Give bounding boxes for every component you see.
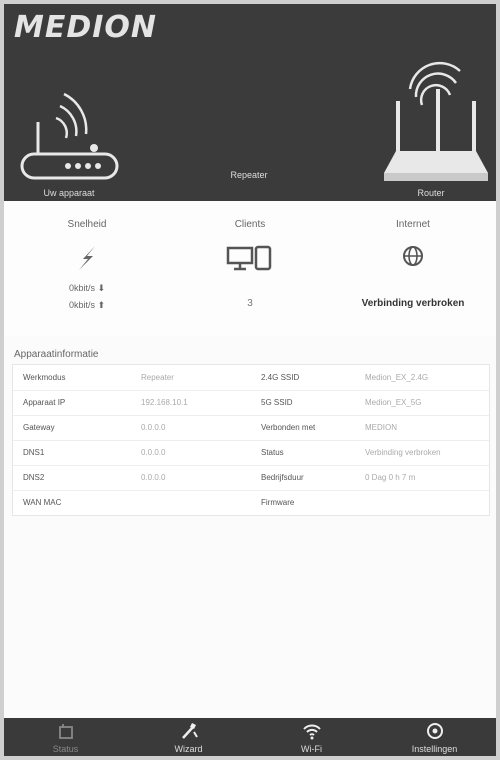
arrow-down-icon: ⬇ (97, 283, 106, 293)
info-value: 0 Dag 0 h 7 m (365, 473, 416, 482)
info-value: 0.0.0.0 (141, 423, 166, 432)
info-value: 0.0.0.0 (141, 448, 166, 457)
app-window: MEDION Uw apparaat Repeater Router Snelh… (4, 4, 496, 756)
internet-status: Verbinding verbroken (361, 298, 465, 309)
info-value: 192.168.10.1 (141, 398, 188, 407)
info-label: 5G SSID (261, 398, 293, 407)
wand-icon (181, 723, 198, 739)
info-label: Bedrijfsduur (261, 473, 304, 482)
nav-status-label: Status (52, 744, 79, 754)
info-value: Repeater (141, 373, 174, 382)
arrow-up-icon: ⬆ (97, 300, 106, 310)
speed-title: Snelheid (67, 219, 107, 230)
clients-count: 3 (247, 298, 253, 309)
table-row: Apparaat IP 192.168.10.1 5G SSID Medion_… (13, 390, 489, 416)
table-row: Gateway 0.0.0.0 Verbonden met MEDION (13, 415, 489, 441)
upload-speed: 0kbit/s (68, 300, 95, 310)
left-device-label: Uw apparaat (43, 188, 95, 198)
status-icon (58, 724, 73, 739)
clients-stat[interactable]: Clients 3 (175, 219, 325, 309)
mode-label: Repeater (230, 170, 268, 180)
right-device-label: Router (417, 188, 445, 198)
info-value: 0.0.0.0 (141, 473, 166, 482)
wifi-icon (302, 724, 321, 740)
table-row: Werkmodus Repeater 2.4G SSID Medion_EX_2… (13, 365, 489, 391)
info-label: Apparaat IP (23, 398, 66, 407)
nav-settings[interactable]: Instellingen (373, 718, 496, 756)
info-label: DNS1 (23, 448, 45, 457)
info-label: Firmware (261, 498, 295, 507)
globe-icon (338, 244, 488, 272)
nav-wizard[interactable]: Wizard (127, 718, 250, 756)
lightning-icon (12, 244, 162, 272)
nav-wizard-label: Wizard (174, 744, 203, 754)
gear-icon (426, 723, 443, 739)
medion-logo: MEDION (14, 10, 158, 45)
internet-stat: Internet Verbinding verbroken (338, 219, 488, 309)
nav-status[interactable]: Status (4, 718, 127, 756)
internet-title: Internet (396, 219, 430, 230)
table-row: DNS2 0.0.0.0 Bedrijfsduur 0 Dag 0 h 7 m (13, 465, 489, 491)
nav-settings-label: Instellingen (411, 744, 458, 754)
download-speed: 0kbit/s (68, 283, 95, 293)
devices-icon (175, 244, 325, 272)
repeater-device-icon (20, 92, 119, 180)
info-value: Verbinding verbroken (365, 448, 441, 457)
device-info-table: Werkmodus Repeater 2.4G SSID Medion_EX_2… (12, 364, 490, 516)
info-label: 2.4G SSID (261, 373, 300, 382)
router-device-icon (384, 61, 488, 181)
info-value: MEDION (365, 423, 397, 432)
nav-wifi[interactable]: Wi-Fi (250, 718, 373, 756)
device-info-title: Apparaatinformatie (14, 349, 99, 360)
info-label: Werkmodus (23, 373, 66, 382)
info-label: Verbonden met (261, 423, 316, 432)
speed-stat: Snelheid 0kbit/s ⬇ 0kbit/s ⬆ (12, 219, 162, 314)
info-value: Medion_EX_2.4G (365, 373, 429, 382)
info-label: DNS2 (23, 473, 45, 482)
info-label: Gateway (23, 423, 55, 432)
header-banner: MEDION Uw apparaat Repeater Router (4, 4, 496, 201)
table-row: DNS1 0.0.0.0 Status Verbinding verbroken (13, 440, 489, 466)
info-value: Medion_EX_5G (365, 398, 422, 407)
table-row: WAN MAC Firmware (13, 490, 489, 515)
nav-wifi-label: Wi-Fi (301, 744, 322, 754)
speed-values: 0kbit/s ⬇ 0kbit/s ⬆ (12, 280, 162, 314)
bottom-nav: Status Wizard Wi-Fi Instellingen (4, 718, 496, 756)
info-label: Status (261, 448, 284, 457)
stats-panel: Snelheid 0kbit/s ⬇ 0kbit/s ⬆ Clients 3 I… (4, 201, 496, 336)
info-label: WAN MAC (23, 498, 62, 507)
clients-title: Clients (234, 219, 266, 230)
